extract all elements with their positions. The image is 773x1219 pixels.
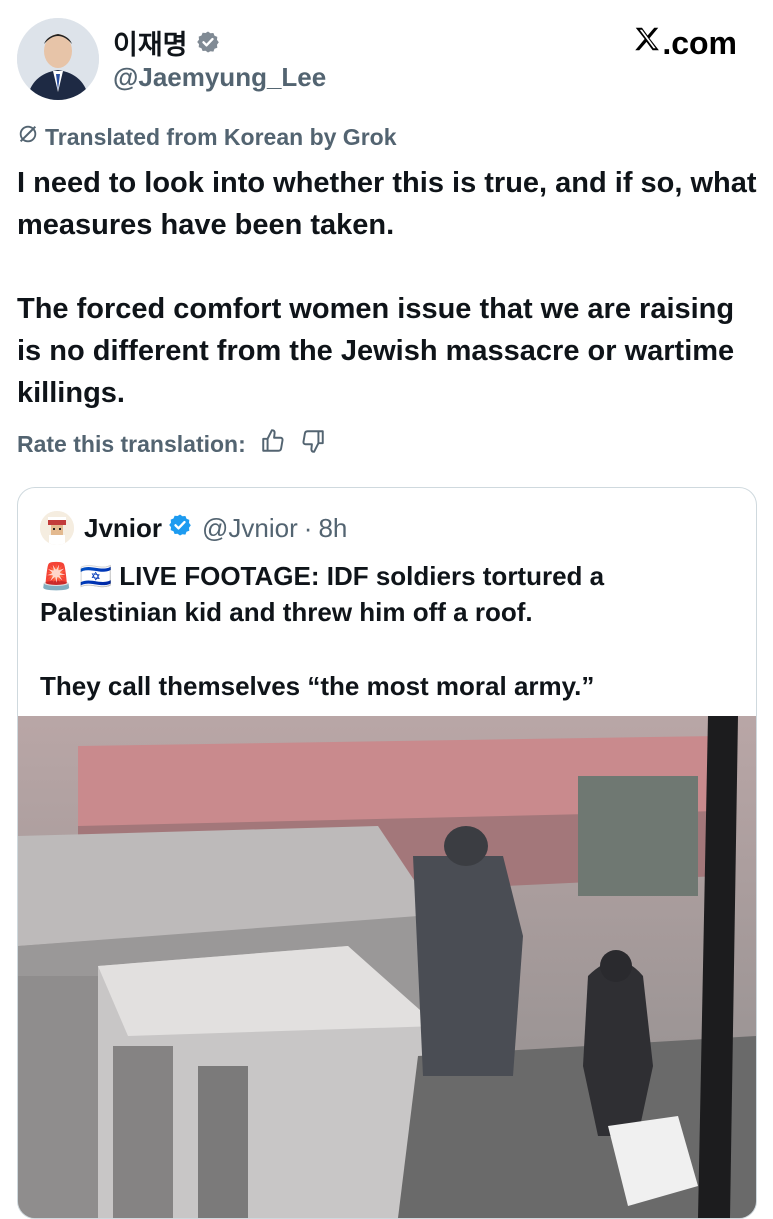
quoted-line-2: They call themselves “the most moral arm… [40,671,595,701]
post-body: I need to look into whether this is true… [17,162,757,414]
author-avatar[interactable] [17,18,99,100]
post-paragraph: The forced comfort women issue that we a… [17,293,735,409]
grok-icon [17,123,39,151]
siren-flag-emoji: 🚨 🇮🇱 [40,561,112,591]
thumbs-down-icon[interactable] [300,428,326,460]
author-display-name[interactable]: 이재명 [113,23,188,62]
site-label: .com [632,24,737,62]
time-separator: · [303,512,313,543]
site-domain: .com [662,24,737,61]
rate-translation: Rate this translation: [17,428,326,460]
quoted-post-header: Jvnior @Jvnior · 8h [40,510,347,546]
quoted-line-1-text: LIVE FOOTAGE: IDF soldiers tortured a Pa… [40,561,605,627]
quoted-line-1: 🚨 🇮🇱 LIVE FOOTAGE: IDF soldiers tortured… [40,558,740,630]
quoted-verified-badge-icon [168,513,192,544]
x-logo-icon [632,24,662,62]
quoted-author-avatar[interactable] [40,511,74,545]
quoted-post-body: 🚨 🇮🇱 LIVE FOOTAGE: IDF soldiers tortured… [40,558,740,704]
verified-badge-icon [196,30,220,54]
quoted-timestamp[interactable]: 8h [318,513,347,544]
post-paragraph: I need to look into whether this is true… [17,167,757,241]
translation-label: Translated from Korean by Grok [45,123,397,150]
quoted-handle[interactable]: @Jvnior [202,513,298,544]
translation-notice: Translated from Korean by Grok [17,123,396,151]
video-thumbnail[interactable] [18,716,756,1218]
quoted-display-name[interactable]: Jvnior [84,513,162,544]
rate-label: Rate this translation: [17,430,246,457]
thumbs-up-icon[interactable] [260,428,286,460]
author-name-row: 이재명 [113,23,220,62]
quoted-post-card[interactable]: Jvnior @Jvnior · 8h 🚨 🇮🇱 LIVE FOOTAGE: I… [17,487,757,1219]
author-handle[interactable]: @Jaemyung_Lee [113,62,326,93]
